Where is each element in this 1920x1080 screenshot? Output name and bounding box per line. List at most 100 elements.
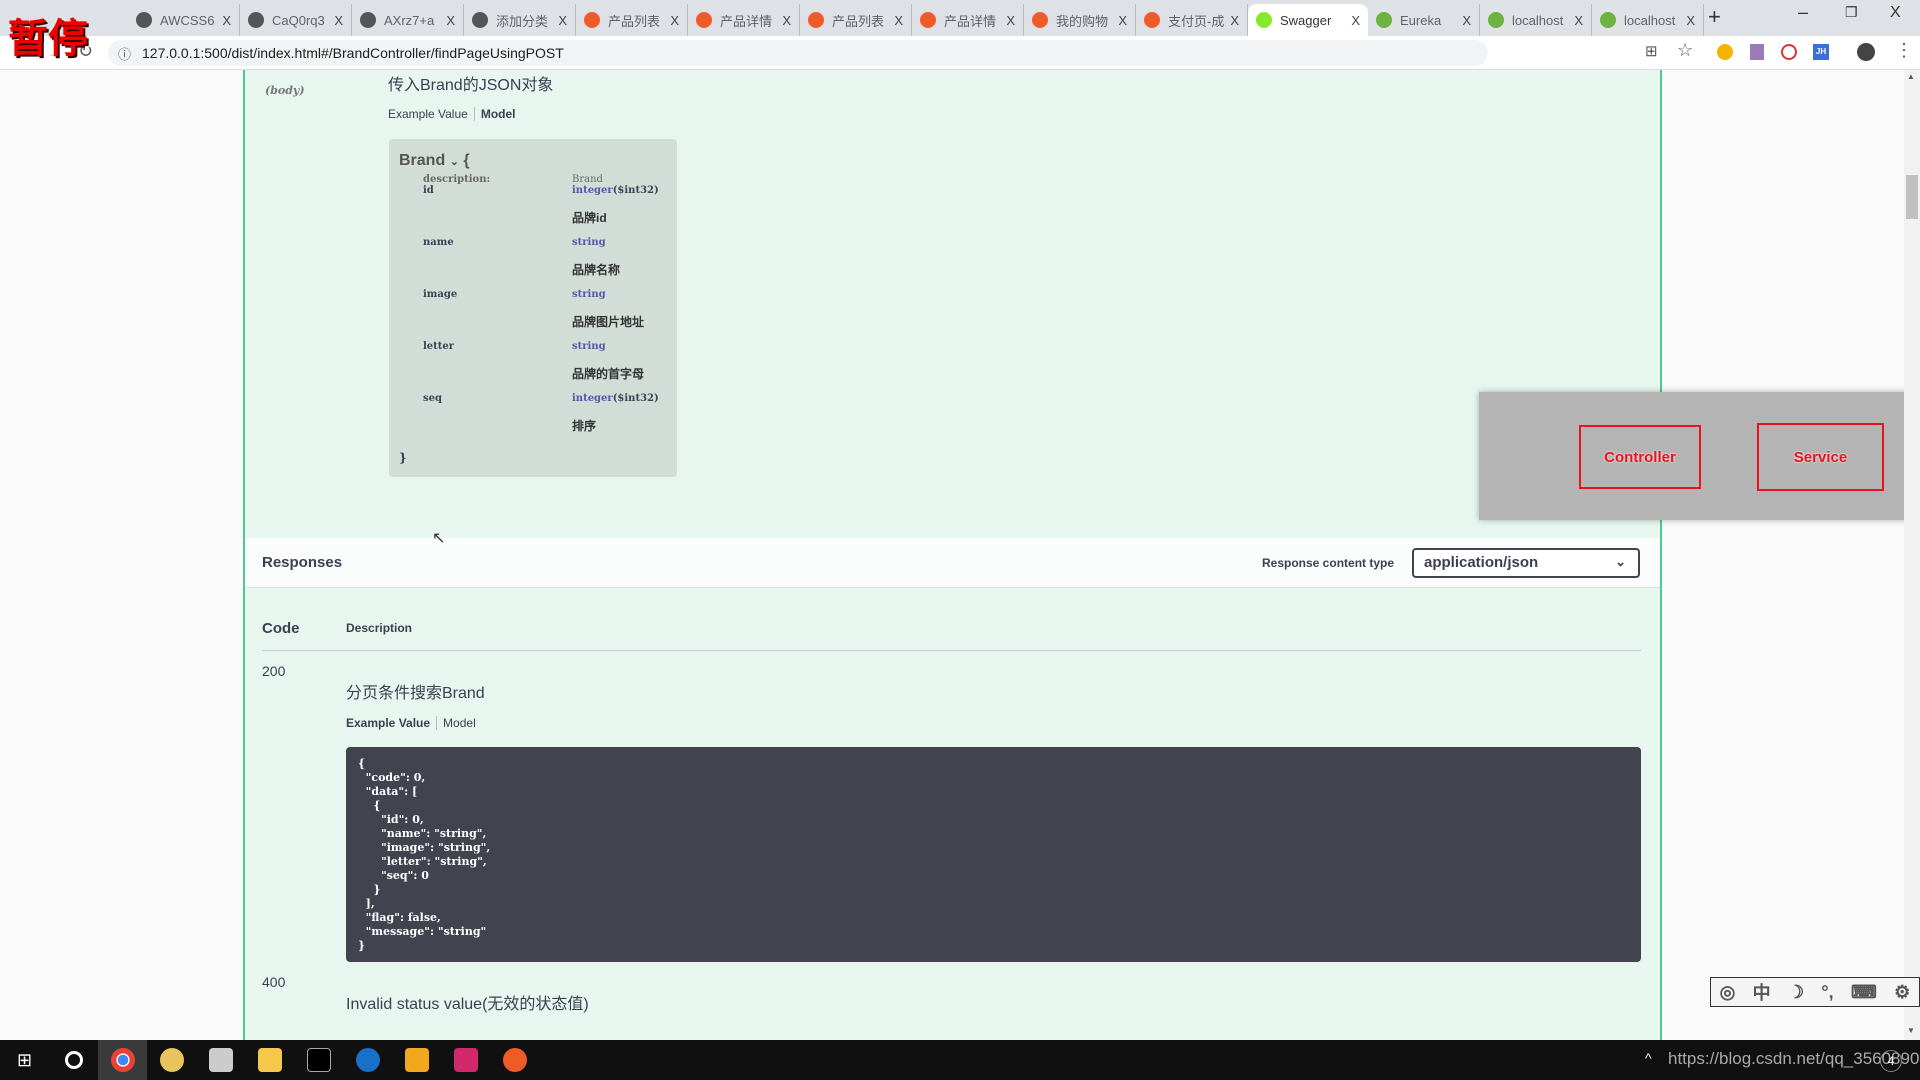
globe-icon <box>360 12 376 28</box>
close-tab-icon[interactable]: X <box>1006 13 1015 28</box>
field-type: string <box>572 341 606 352</box>
tab[interactable]: CaQ0rq3 X <box>240 4 352 36</box>
minimize-button[interactable]: – <box>1798 2 1808 23</box>
pdf-extension-icon[interactable] <box>1750 44 1764 60</box>
tab-label: localhost <box>1624 12 1676 28</box>
tab[interactable]: Swagger X <box>1248 4 1368 36</box>
cmd-taskbar-icon[interactable] <box>294 1040 343 1080</box>
jh-extension-icon[interactable]: JH <box>1813 44 1829 60</box>
close-tab-icon[interactable]: X <box>1118 13 1127 28</box>
field-description: 品牌图片地址 <box>572 315 645 329</box>
field-type: string <box>572 237 606 248</box>
field-description: 品牌id <box>572 211 607 225</box>
tab[interactable]: 我的购物 X <box>1024 4 1136 36</box>
star-icon[interactable]: ☆ <box>1677 40 1693 61</box>
close-tab-icon[interactable]: X <box>1574 13 1583 28</box>
response-description: Invalid status value(无效的状态值) <box>346 996 589 1013</box>
intellij-taskbar-icon[interactable] <box>441 1040 490 1080</box>
tab[interactable]: AWCSS6 X <box>128 4 240 36</box>
address-bar[interactable]: ⓘ 127.0.0.1:500/dist/index.html#/BrandCon… <box>108 40 1488 66</box>
translate-icon[interactable]: ⊞ <box>1645 42 1658 60</box>
search-button[interactable] <box>49 1040 98 1080</box>
gear-icon[interactable]: ⚙ <box>1894 982 1910 1003</box>
close-tab-icon[interactable]: X <box>1462 13 1471 28</box>
tab-label: AXrz7+a <box>384 12 435 28</box>
field-format: ($int32) <box>612 185 659 196</box>
restore-button[interactable]: ❐ <box>1845 4 1858 21</box>
notification-badge[interactable]: 4 <box>1880 1050 1902 1072</box>
chevron-down-icon[interactable]: ⌄ <box>450 156 459 168</box>
tab[interactable]: Eureka X <box>1368 4 1480 36</box>
close-tab-icon[interactable]: X <box>222 13 231 28</box>
tab[interactable]: 产品详情 X <box>912 4 1024 36</box>
close-tab-icon[interactable]: X <box>334 13 343 28</box>
controller-button[interactable]: Controller <box>1579 425 1701 489</box>
scrollbar-thumb[interactable] <box>1906 175 1918 219</box>
chrome-taskbar-icon[interactable] <box>98 1040 147 1080</box>
ime-logo-icon[interactable]: ◎ <box>1720 982 1736 1003</box>
close-tab-icon[interactable]: X <box>782 13 791 28</box>
url-text: 127.0.0.1:500/dist/index.html#/BrandCont… <box>142 45 564 61</box>
close-tab-icon[interactable]: X <box>670 13 679 28</box>
model-name[interactable]: Brand <box>399 152 445 169</box>
close-tab-icon[interactable]: X <box>446 13 455 28</box>
close-tab-icon[interactable]: X <box>1230 13 1239 28</box>
extension-icon[interactable] <box>1717 44 1733 60</box>
shop-icon <box>808 12 824 28</box>
service-button[interactable]: Service <box>1757 423 1884 491</box>
yoyo-extension-icon[interactable] <box>1781 44 1797 60</box>
moon-icon[interactable]: ☽ <box>1788 982 1804 1003</box>
spring-icon <box>1488 12 1504 28</box>
new-tab-button[interactable]: + <box>1708 4 1721 30</box>
model-tab[interactable]: Model <box>473 107 516 121</box>
tab-label: 支付页-成 <box>1168 13 1225 29</box>
keyboard-icon[interactable]: ⌨ <box>1851 982 1877 1003</box>
tab[interactable]: 产品详情 X <box>688 4 800 36</box>
scrollbar[interactable]: ▲ ▼ <box>1904 70 1920 1040</box>
swagger-icon <box>1256 12 1272 28</box>
model-tab[interactable]: Model <box>436 716 476 730</box>
scroll-down-icon[interactable]: ▼ <box>1907 1026 1915 1035</box>
close-window-button[interactable]: X <box>1890 4 1901 22</box>
close-brace: } <box>399 451 407 465</box>
tray-expand-icon[interactable]: ^ <box>1645 1050 1652 1066</box>
ime-mode[interactable]: 中 <box>1753 979 1771 1005</box>
tab[interactable]: 产品列表 X <box>800 4 912 36</box>
responses-title: Responses <box>262 554 343 571</box>
example-value-tab[interactable]: Example Value <box>346 716 430 730</box>
close-tab-icon[interactable]: X <box>1351 13 1360 28</box>
menu-icon[interactable]: ⋮ <box>1895 40 1913 61</box>
app-taskbar-icon[interactable] <box>343 1040 392 1080</box>
shop-icon <box>584 12 600 28</box>
response-content-type-select[interactable]: application/json ⌄ <box>1412 548 1640 578</box>
punctuation-icon[interactable]: °, <box>1821 982 1833 1003</box>
tab[interactable]: localhost X <box>1592 4 1704 36</box>
scroll-up-icon[interactable]: ▲ <box>1907 72 1915 81</box>
close-tab-icon[interactable]: X <box>558 13 567 28</box>
tab[interactable]: 支付页-成 X <box>1136 4 1248 36</box>
col-description: Description <box>346 621 413 635</box>
close-tab-icon[interactable]: X <box>1686 13 1695 28</box>
profile-icon[interactable] <box>1857 43 1875 61</box>
field-type: string <box>572 289 606 300</box>
field-name: name <box>423 237 454 248</box>
tab-label: Swagger <box>1280 12 1332 28</box>
field-name: image <box>423 289 458 300</box>
select-value: application/json <box>1424 554 1539 571</box>
tab-label: 产品列表 <box>832 13 885 29</box>
info-icon[interactable]: ⓘ <box>118 44 131 63</box>
tab[interactable]: localhost X <box>1480 4 1592 36</box>
floating-panel: Controller Service <box>1479 392 1920 520</box>
app-taskbar-icon[interactable] <box>196 1040 245 1080</box>
tab[interactable]: 添加分类 X <box>464 4 576 36</box>
explorer-taskbar-icon[interactable] <box>245 1040 294 1080</box>
postman-taskbar-icon[interactable] <box>490 1040 539 1080</box>
tab[interactable]: AXrz7+a X <box>352 4 464 36</box>
close-tab-icon[interactable]: X <box>894 13 903 28</box>
tab[interactable]: 产品列表 X <box>576 4 688 36</box>
vmware-taskbar-icon[interactable] <box>392 1040 441 1080</box>
description-value: Brand <box>572 174 603 185</box>
example-value-tab[interactable]: Example Value <box>388 107 468 121</box>
navicat-taskbar-icon[interactable] <box>147 1040 196 1080</box>
start-button[interactable]: ⊞ <box>0 1040 49 1080</box>
